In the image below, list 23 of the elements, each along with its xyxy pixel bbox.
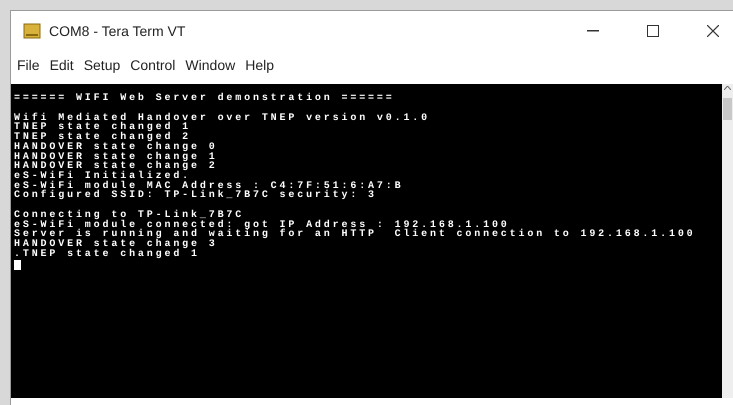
menu-item[interactable]: File (17, 54, 40, 76)
window-title: COM8 - Tera Term VT (49, 22, 186, 40)
menu-item[interactable]: Window (185, 54, 236, 76)
terminal-line: Connecting to TP-Link_7B7C (14, 211, 244, 221)
minimize-icon[interactable] (587, 30, 599, 32)
terminal-line: HANDOVER state change 1 (14, 152, 219, 162)
terminal-line: Configured SSID: TP-Link_7B7C security: 3 (14, 191, 378, 202)
terminal-line: ====== WIFI Web Server demonstration ====== (14, 94, 396, 104)
maximize-icon[interactable] (647, 25, 659, 37)
close-icon[interactable] (707, 25, 719, 37)
scroll-thumb[interactable] (723, 98, 732, 120)
terminal-line: HANDOVER state change 2 (14, 162, 219, 172)
menu-item[interactable]: Control (130, 54, 176, 76)
menu-item[interactable]: Setup (84, 54, 120, 76)
app-icon (23, 23, 41, 39)
terminal-line: eS-WiFi Initialized. (14, 172, 192, 182)
menu-item[interactable]: Help (245, 54, 274, 76)
terminal-line: HANDOVER state change 3 (14, 240, 219, 250)
menu-item[interactable]: Edit (50, 54, 74, 76)
scroll-up-icon[interactable] (724, 86, 731, 90)
terminal-line: HANDOVER state change 0 (14, 142, 219, 153)
terminal-line: .TNEP state changed 1 (14, 250, 201, 260)
terminal-line: TNEP state changed 2 (14, 133, 192, 143)
